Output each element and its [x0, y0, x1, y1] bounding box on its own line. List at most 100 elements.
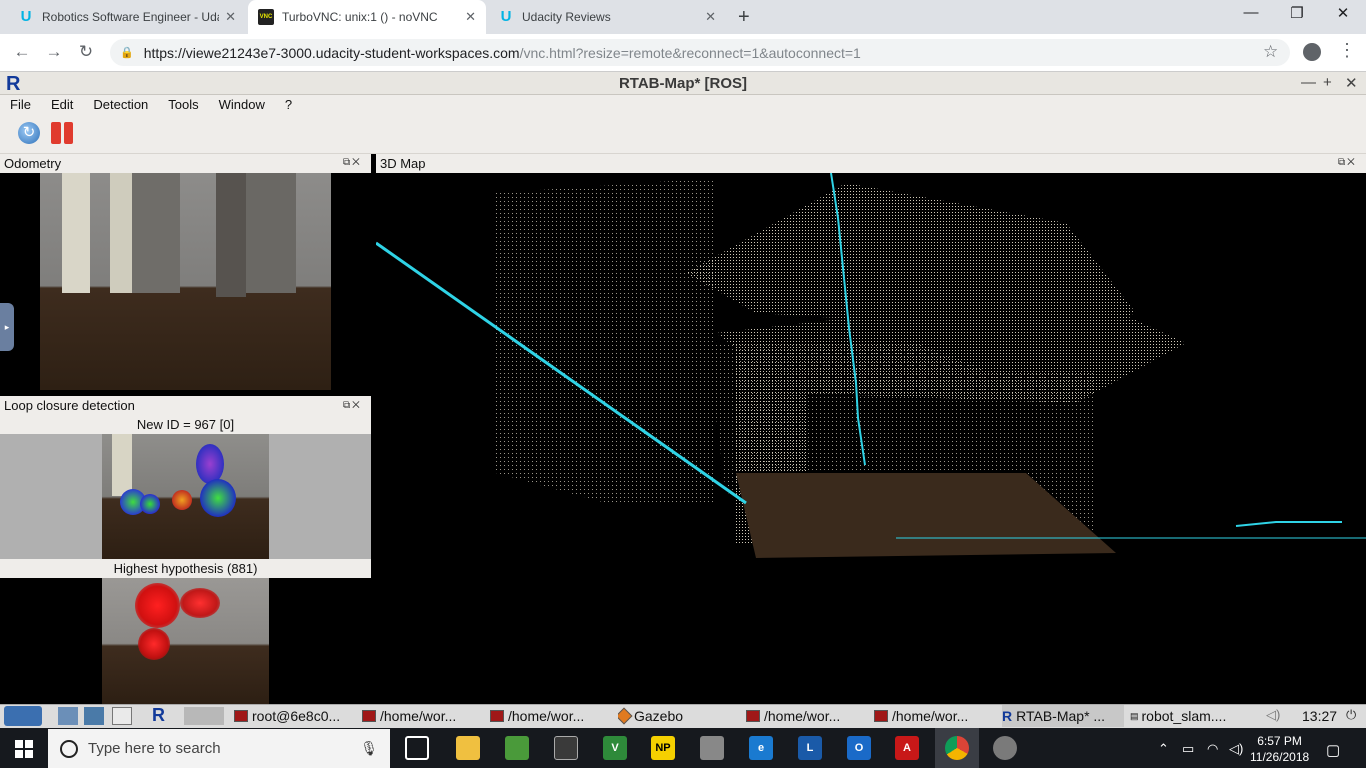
- terminal-icon: [234, 710, 248, 722]
- url-host: https://viewe21243e7-3000.udacity-studen…: [143, 44, 520, 61]
- odometry-title: Odometry: [4, 156, 62, 171]
- clock-time: 6:57 PM: [1257, 734, 1302, 748]
- tab-label: TurboVNC: unix:1 () - noVNC: [282, 10, 438, 24]
- task-terminal-3[interactable]: /home/wor...: [490, 705, 612, 727]
- close-icon[interactable]: ✕: [1345, 74, 1358, 92]
- lock-icon: 🔒: [120, 47, 134, 59]
- terminal-launcher-icon[interactable]: [112, 707, 132, 725]
- search-input[interactable]: Type here to search 🎙: [48, 729, 390, 768]
- odometry-dock-header: Odometry: [0, 154, 371, 173]
- pause-icon[interactable]: [51, 122, 73, 144]
- refresh-icon[interactable]: ↻: [18, 122, 40, 144]
- task-terminal-2[interactable]: /home/wor...: [362, 705, 484, 727]
- network-icon[interactable]: [84, 707, 104, 725]
- close-icon[interactable]: ✕: [465, 9, 476, 25]
- chrome-icon[interactable]: [945, 736, 969, 760]
- map-dock-header: 3D Map: [376, 154, 1366, 173]
- rtabmap-launcher-icon[interactable]: R: [152, 705, 165, 726]
- loop-dock-header: Loop closure detection: [0, 396, 371, 415]
- 3d-map-view[interactable]: [376, 173, 1366, 704]
- new-tab-icon[interactable]: +: [738, 6, 750, 29]
- maximize-icon[interactable]: +: [1323, 74, 1332, 91]
- url-path: /vnc.html?resize=remote&reconnect=1&auto…: [519, 44, 861, 61]
- volume-icon[interactable]: ◁): [1266, 707, 1280, 723]
- notepad-icon[interactable]: [505, 736, 529, 760]
- file-explorer-icon[interactable]: [456, 736, 480, 760]
- dock-float-close-icons[interactable]: ⧉✕: [343, 157, 362, 168]
- account-icon[interactable]: [1303, 43, 1321, 61]
- wifi-icon[interactable]: ◠: [1207, 741, 1218, 757]
- udacity-icon: U: [500, 8, 512, 25]
- acrobat-icon[interactable]: A: [895, 736, 919, 760]
- rtabmap-logo-icon: R: [6, 73, 21, 95]
- hypothesis-label: Highest hypothesis (881): [0, 559, 371, 578]
- menu-detection[interactable]: Detection: [83, 95, 158, 114]
- task-rtabmap[interactable]: R RTAB-Map* ...: [1002, 705, 1124, 727]
- close-icon[interactable]: ✕: [705, 9, 716, 25]
- vnc-icon: VNC: [258, 9, 274, 25]
- outlook-icon[interactable]: O: [847, 736, 871, 760]
- battery-icon[interactable]: ▭: [1182, 741, 1194, 757]
- restore-icon[interactable]: ❐: [1274, 4, 1320, 22]
- url-input[interactable]: 🔒 https://viewe21243e7-3000.udacity-stud…: [110, 39, 1290, 66]
- vim-icon[interactable]: V: [603, 736, 627, 760]
- microphone-icon[interactable]: 🎙: [360, 740, 378, 757]
- menu-file[interactable]: File: [0, 95, 41, 114]
- rtabmap-icon: R: [1002, 708, 1013, 724]
- internet-explorer-icon[interactable]: e: [749, 736, 773, 760]
- show-desktop-icon[interactable]: [58, 707, 78, 725]
- forward-icon[interactable]: →: [43, 42, 65, 62]
- menu-window[interactable]: Window: [209, 95, 275, 114]
- dock-float-close-icons[interactable]: ⧉✕: [1338, 157, 1357, 168]
- lync-icon[interactable]: L: [798, 736, 822, 760]
- cube-icon[interactable]: [700, 736, 724, 760]
- reload-icon[interactable]: ↻: [75, 42, 97, 62]
- tab-turbovnc[interactable]: VNC TurboVNC: unix:1 () - noVNC ✕: [248, 0, 486, 34]
- terminal-icon: [874, 710, 888, 722]
- terminal-icon: [490, 710, 504, 722]
- paint-icon[interactable]: [993, 736, 1017, 760]
- minimize-icon[interactable]: —: [1228, 4, 1274, 21]
- task-view-icon[interactable]: [405, 736, 429, 760]
- chevron-up-icon[interactable]: ⌃: [1158, 741, 1169, 757]
- windows-start-icon[interactable]: [15, 740, 33, 758]
- new-image-view: [0, 434, 371, 559]
- back-icon[interactable]: ←: [11, 42, 33, 62]
- window-title: RTAB-Map* [ROS]: [0, 72, 1366, 95]
- cortana-icon: [60, 739, 78, 758]
- side-panel-handle[interactable]: ▸: [0, 303, 14, 351]
- hypothesis-image-view: [0, 578, 371, 704]
- task-rviz[interactable]: ▤ robot_slam....: [1130, 705, 1252, 727]
- menu-kebab-icon[interactable]: ⋮: [1338, 40, 1356, 61]
- terminal-app-icon[interactable]: [554, 736, 578, 760]
- odometry-camera-image: [40, 173, 331, 390]
- menu-edit[interactable]: Edit: [41, 95, 83, 114]
- udacity-icon: U: [20, 8, 32, 25]
- close-window-icon[interactable]: ✕: [1320, 4, 1366, 22]
- tab-reviews[interactable]: U Udacity Reviews ✕: [488, 0, 726, 34]
- task-label: /home/wor...: [380, 708, 457, 724]
- clock-date: 11/26/2018: [1250, 750, 1310, 764]
- toolbar: [0, 114, 1366, 154]
- power-icon[interactable]: ⏻: [1346, 707, 1356, 723]
- tab-robotics[interactable]: U Robotics Software Engineer - Uda ✕: [8, 0, 246, 34]
- speaker-icon[interactable]: ◁): [1229, 741, 1243, 757]
- minimize-icon[interactable]: —: [1301, 74, 1316, 91]
- tab-label: Robotics Software Engineer - Uda: [42, 10, 220, 24]
- gazebo-icon: [618, 707, 633, 725]
- workspace-icon[interactable]: [184, 707, 224, 725]
- task-terminal-1[interactable]: root@6e8c0...: [234, 705, 356, 727]
- notification-icon[interactable]: ▢: [1326, 741, 1340, 759]
- task-terminal-5[interactable]: /home/wor...: [874, 705, 996, 727]
- start-menu-icon[interactable]: [4, 706, 42, 726]
- task-label: Gazebo: [634, 708, 684, 724]
- dock-float-close-icons[interactable]: ⧉✕: [343, 400, 362, 411]
- bookmark-star-icon[interactable]: ☆: [1263, 42, 1278, 62]
- task-terminal-4[interactable]: /home/wor...: [746, 705, 868, 727]
- menu-help[interactable]: ?: [275, 95, 302, 114]
- vnc-clock: 13:27: [1302, 708, 1338, 724]
- menu-tools[interactable]: Tools: [158, 95, 208, 114]
- close-icon[interactable]: ✕: [225, 9, 236, 25]
- nxp-icon[interactable]: NP: [651, 736, 675, 760]
- task-gazebo[interactable]: Gazebo: [618, 705, 740, 727]
